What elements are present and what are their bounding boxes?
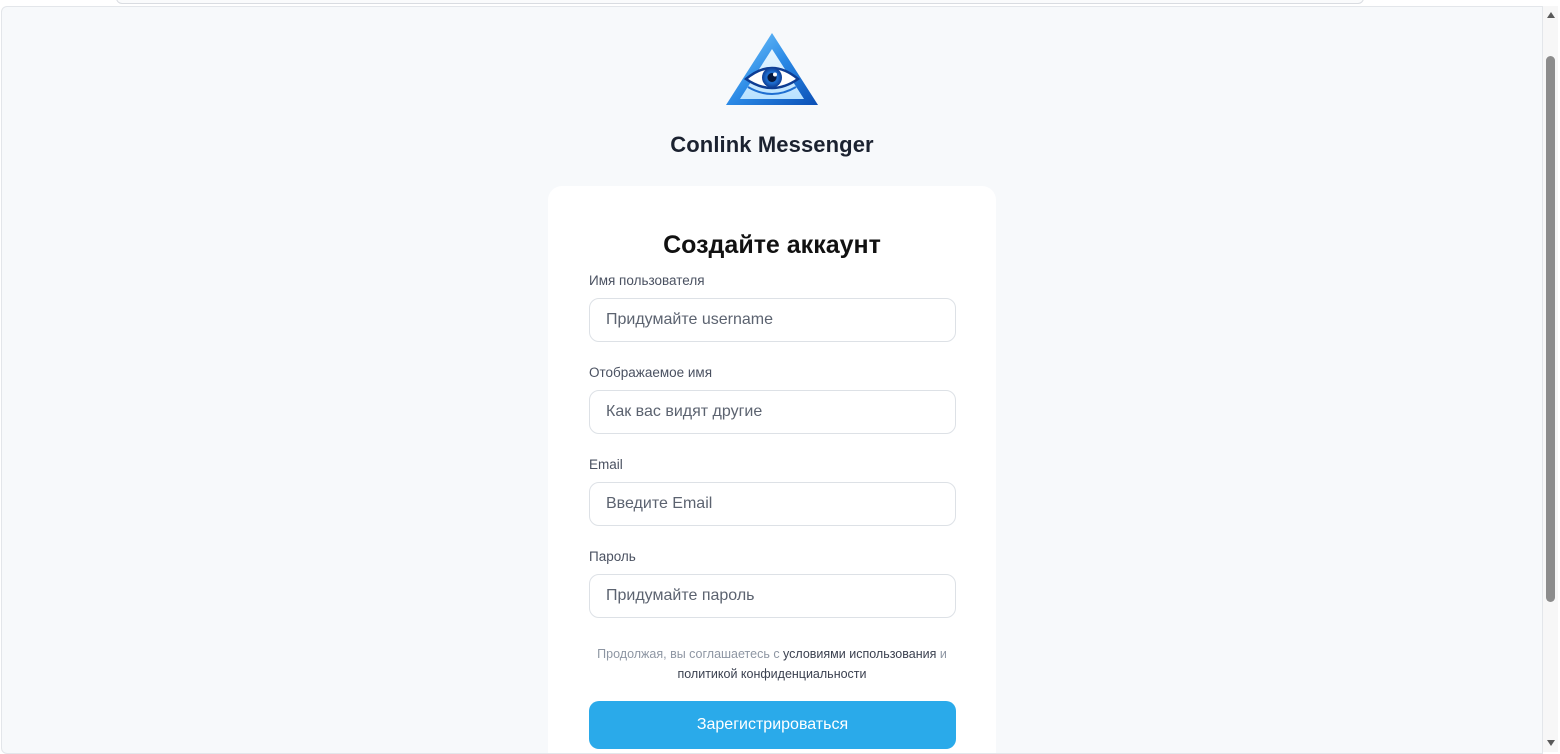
app-name: Conlink Messenger [670, 132, 874, 157]
register-button[interactable]: Зарегистрироваться [589, 701, 956, 749]
scroll-down-icon[interactable] [1547, 740, 1555, 746]
vertical-scrollbar[interactable] [1543, 6, 1558, 752]
email-input[interactable] [589, 482, 956, 526]
form-title: Создайте аккаунт [663, 231, 881, 259]
scrollbar-thumb[interactable] [1546, 56, 1555, 602]
terms-conjunction: и [936, 647, 947, 661]
terms-prefix: Продолжая, вы соглашаетесь с [597, 647, 784, 661]
privacy-policy-link[interactable]: политикой конфиденциальности [677, 667, 866, 681]
password-label: Пароль [589, 549, 636, 564]
email-label: Email [589, 457, 623, 472]
page-viewport: Conlink Messenger Создайте аккаунт Имя п… [1, 6, 1543, 754]
eye-triangle-icon [724, 31, 820, 109]
password-input[interactable] [589, 574, 956, 618]
terms-of-use-link[interactable]: условиями использования [783, 647, 936, 661]
username-label: Имя пользователя [589, 273, 705, 288]
registration-card: Создайте аккаунт Имя пользователя Отобра… [548, 186, 996, 753]
display-name-input[interactable] [589, 390, 956, 434]
address-bar-edge [116, 0, 1364, 4]
scroll-up-icon[interactable] [1547, 12, 1555, 18]
terms-notice: Продолжая, вы соглашаетесь с условиями и… [578, 644, 966, 684]
display-name-label: Отображаемое имя [589, 365, 713, 380]
username-input[interactable] [589, 298, 956, 342]
